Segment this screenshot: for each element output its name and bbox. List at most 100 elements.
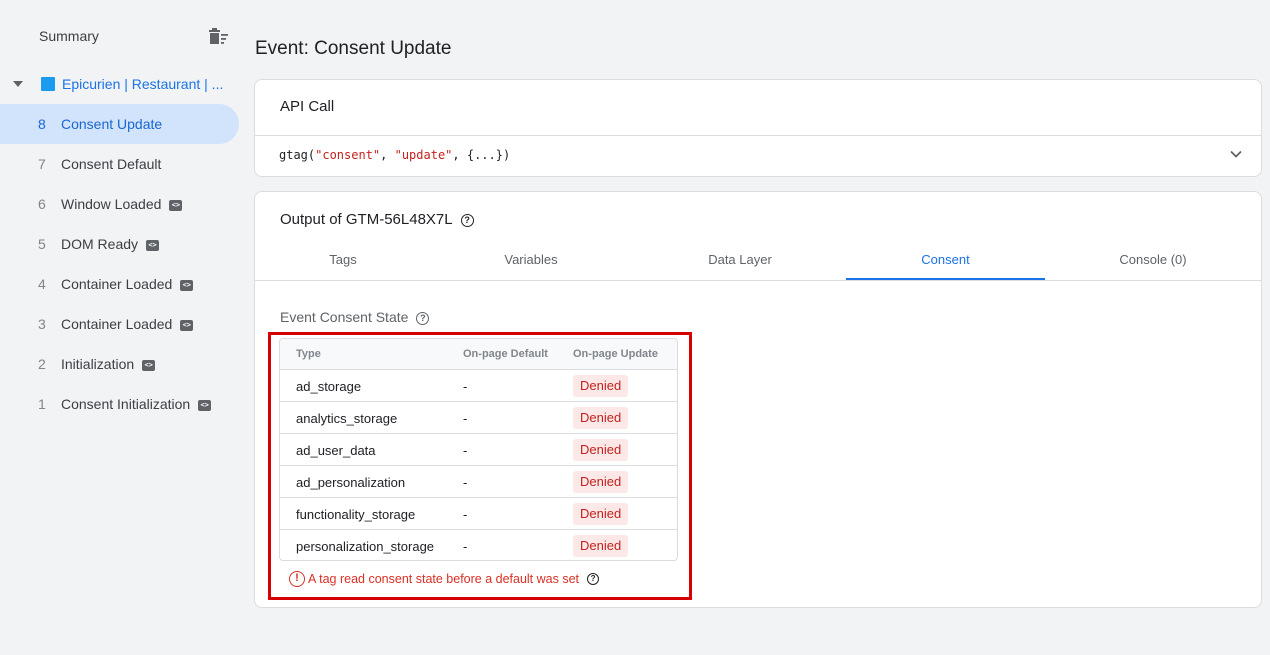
- default-cell: -: [463, 443, 468, 458]
- event-label: Window Loaded <>: [61, 196, 183, 212]
- table-row: functionality_storage - Denied: [280, 498, 677, 530]
- consent-table: Type On-page Default On-page Update ad_s…: [279, 338, 678, 561]
- code-sep: ,: [380, 148, 395, 162]
- denied-badge: Denied: [573, 407, 629, 429]
- default-cell: -: [463, 379, 468, 394]
- table-header-default: On-page Default: [463, 348, 548, 360]
- event-number: 7: [38, 156, 46, 172]
- card-divider: [255, 135, 1261, 136]
- denied-badge: Denied: [573, 375, 629, 397]
- error-circle-icon: !: [289, 570, 305, 587]
- event-label-text: Container Loaded: [61, 316, 173, 332]
- event-number: 6: [38, 196, 46, 212]
- code-icon: <>: [180, 279, 194, 291]
- summary-label: Summary: [39, 28, 99, 44]
- event-label-text: Window Loaded: [61, 196, 162, 212]
- page-title: Event: Consent Update: [255, 38, 452, 59]
- code-suffix: , {...}): [452, 148, 511, 162]
- consent-type-cell: functionality_storage: [296, 507, 416, 522]
- tab-consent[interactable]: Consent: [846, 252, 1045, 280]
- consent-type-cell: analytics_storage: [296, 411, 398, 426]
- table-row: ad_storage - Denied: [280, 370, 677, 402]
- help-icon[interactable]: ?: [587, 572, 600, 585]
- tab-console[interactable]: Console (0): [1053, 252, 1253, 280]
- event-number: 3: [38, 316, 46, 332]
- table-header-row: Type On-page Default On-page Update: [280, 339, 677, 370]
- sidebar-event-item[interactable]: 6 Window Loaded <>: [0, 184, 240, 224]
- warning-text: A tag read consent state before a defaul…: [308, 571, 580, 586]
- table-header-type: Type: [296, 348, 321, 360]
- chevron-down-icon[interactable]: [1229, 147, 1243, 161]
- table-row: ad_personalization - Denied: [280, 466, 677, 498]
- sidebar-event-item[interactable]: 7 Consent Default: [0, 144, 240, 184]
- event-label-text: DOM Ready: [61, 236, 139, 252]
- table-row: personalization_storage - Denied: [280, 530, 677, 560]
- container-label: Epicurien | Restaurant | ...: [62, 76, 224, 92]
- container-square-icon: [41, 77, 55, 91]
- event-label: Consent Update: [61, 116, 162, 132]
- denied-badge: Denied: [573, 471, 629, 493]
- code-icon: <>: [198, 399, 212, 411]
- consent-type-cell: ad_personalization: [296, 475, 406, 490]
- event-number: 2: [38, 356, 46, 372]
- code-arg-update: "update": [394, 148, 453, 162]
- code-icon: <>: [169, 199, 183, 211]
- consent-type-cell: personalization_storage: [296, 539, 435, 554]
- consent-warning: ! A tag read consent state before a defau…: [289, 570, 600, 588]
- output-title: Output of GTM-56L48X7L?: [280, 211, 474, 228]
- api-call-code[interactable]: gtag("consent", "update", {...}): [279, 148, 510, 162]
- table-row: analytics_storage - Denied: [280, 402, 677, 434]
- sidebar-event-item[interactable]: 2 Initialization <>: [0, 344, 240, 384]
- api-call-card: API Call gtag("consent", "update", {...}…: [254, 79, 1262, 177]
- event-label: Consent Initialization <>: [61, 396, 212, 412]
- code-prefix: gtag(: [279, 148, 316, 162]
- tab-tags[interactable]: Tags: [255, 252, 431, 280]
- default-cell: -: [463, 475, 468, 490]
- event-label-text: Consent Initialization: [61, 396, 191, 412]
- summary-row[interactable]: Summary: [0, 22, 240, 52]
- code-icon: <>: [142, 359, 156, 371]
- event-label-text: Container Loaded: [61, 276, 173, 292]
- section-label-text: Event Consent State: [280, 309, 409, 325]
- container-row[interactable]: Epicurien | Restaurant | ...: [0, 70, 240, 100]
- api-call-title: API Call: [280, 98, 335, 115]
- event-label-text: Consent Default: [61, 156, 162, 172]
- denied-badge: Denied: [573, 439, 629, 461]
- sidebar: Summary Epicurien | Restaurant | ... 8 Co…: [0, 0, 240, 655]
- trash-icon[interactable]: [207, 26, 231, 48]
- tab-data-layer[interactable]: Data Layer: [640, 252, 840, 280]
- caret-down-icon[interactable]: [13, 81, 23, 87]
- code-arg-consent: "consent": [315, 148, 381, 162]
- default-cell: -: [463, 539, 468, 554]
- help-icon[interactable]: ?: [460, 213, 474, 227]
- sidebar-event-item[interactable]: 3 Container Loaded <>: [0, 304, 240, 344]
- denied-badge: Denied: [573, 535, 629, 557]
- event-label-text: Consent Update: [61, 116, 163, 132]
- tab-variables[interactable]: Variables: [431, 252, 631, 280]
- sidebar-event-item[interactable]: 4 Container Loaded <>: [0, 264, 240, 304]
- default-cell: -: [463, 411, 468, 426]
- event-number: 4: [38, 276, 46, 292]
- denied-badge: Denied: [573, 503, 629, 525]
- code-icon: <>: [146, 239, 160, 251]
- sidebar-event-item[interactable]: 5 DOM Ready <>: [0, 224, 240, 264]
- event-number: 5: [38, 236, 46, 252]
- sidebar-event-item[interactable]: 1 Consent Initialization <>: [0, 384, 240, 424]
- output-card: Output of GTM-56L48X7L? Tags Variables D…: [254, 191, 1262, 608]
- help-icon[interactable]: ?: [416, 311, 430, 325]
- event-label: Consent Default: [61, 156, 161, 172]
- event-label: DOM Ready <>: [61, 236, 160, 252]
- event-number: 8: [38, 116, 46, 132]
- consent-type-cell: ad_user_data: [296, 443, 376, 458]
- event-label-text: Initialization: [61, 356, 135, 372]
- event-number: 1: [38, 396, 46, 412]
- table-header-update: On-page Update: [573, 348, 658, 360]
- table-row: ad_user_data - Denied: [280, 434, 677, 466]
- event-label: Container Loaded <>: [61, 316, 194, 332]
- tabs-divider: [255, 280, 1261, 281]
- event-label: Container Loaded <>: [61, 276, 194, 292]
- event-label: Initialization <>: [61, 356, 156, 372]
- sidebar-event-item[interactable]: 8 Consent Update: [0, 104, 239, 144]
- default-cell: -: [463, 507, 468, 522]
- consent-type-cell: ad_storage: [296, 379, 362, 394]
